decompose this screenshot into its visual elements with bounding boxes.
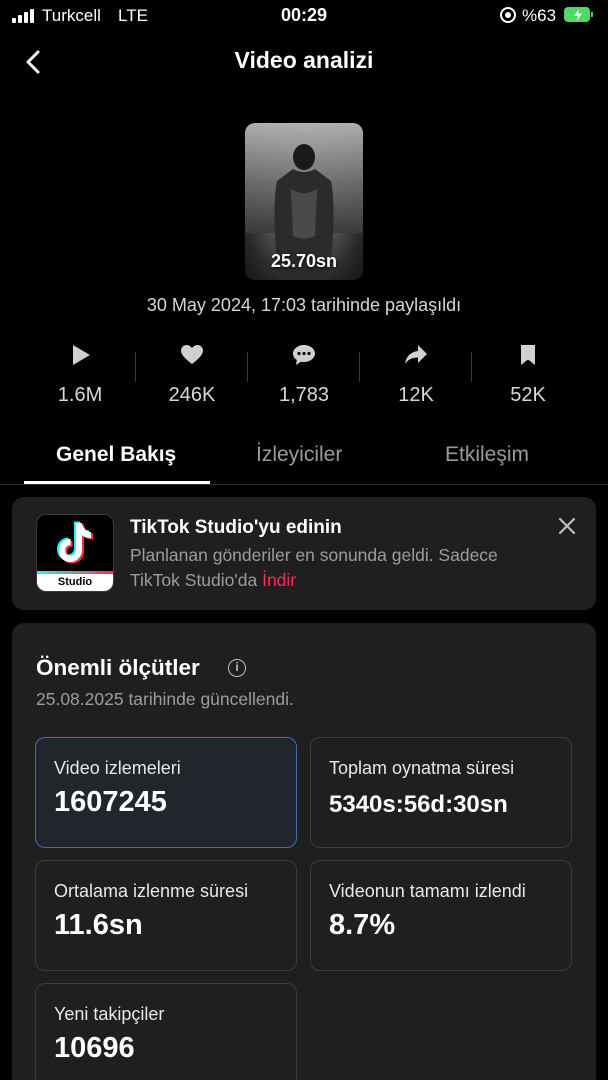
promo-text: Planlanan gönderiler en sonunda geldi. S…	[130, 543, 550, 593]
tiktok-note-icon	[57, 521, 93, 564]
promo-description: Planlanan gönderiler en sonunda geldi. S…	[130, 545, 498, 590]
bookmark-icon	[521, 345, 535, 365]
saves-stat: 52K	[472, 338, 584, 414]
metric-card-new-followers[interactable]: Yeni takipçiler 10696	[35, 983, 297, 1080]
metric-card-video-views[interactable]: Video izlemeleri 1607245	[35, 737, 297, 848]
likes-stat: 246K	[136, 338, 248, 414]
video-duration: 25.70sn	[270, 251, 338, 271]
metric-value: 10696	[54, 1032, 135, 1064]
download-link[interactable]: İndir	[262, 570, 296, 590]
comments-stat: 1,783	[248, 338, 360, 414]
heart-icon	[181, 345, 203, 364]
close-banner-button[interactable]	[558, 517, 576, 535]
tiktok-studio-banner[interactable]: Studio TikTok Studio'yu edinin Planlanan…	[12, 497, 596, 610]
metric-value: 11.6sn	[54, 909, 143, 941]
saves-count: 52K	[510, 384, 546, 406]
battery-icon	[564, 7, 593, 22]
video-thumbnail[interactable]: 25.70sn	[245, 123, 363, 280]
metric-label: Toplam oynatma süresi	[329, 758, 515, 778]
metric-value: 8.7%	[329, 909, 396, 941]
clock: 00:29	[280, 5, 328, 25]
page-title: Video analizi	[234, 47, 374, 73]
tiktok-studio-logo: Studio	[36, 514, 114, 592]
metric-label: Yeni takipçiler	[54, 1004, 165, 1024]
shared-date: 30 May 2024, 17:03 tarihinde paylaşıldı	[146, 295, 462, 315]
likes-count: 246K	[168, 384, 216, 406]
views-count: 1.6M	[57, 384, 103, 406]
tab-divider	[0, 484, 608, 485]
metric-label: Ortalama izlenme süresi	[54, 881, 249, 901]
updated-text: 25.08.2025 tarihinde güncellendi.	[36, 689, 294, 709]
play-icon	[73, 345, 90, 365]
comment-icon	[293, 345, 315, 365]
promo-title: TikTok Studio'yu edinin	[130, 517, 342, 538]
orientation-lock-icon	[500, 7, 516, 23]
metric-card-watched-full-video[interactable]: Videonun tamamı izlendi 8.7%	[310, 860, 572, 971]
metric-card-total-play-time[interactable]: Toplam oynatma süresi 5340s:56d:30sn	[310, 737, 572, 848]
key-metrics-panel: Önemli ölçütler i 25.08.2025 tarihinde g…	[12, 623, 596, 1080]
battery-percent: %63	[522, 6, 557, 25]
section-title: Önemli ölçütler	[36, 655, 200, 680]
studio-label: Studio	[37, 571, 113, 591]
metric-card-average-watch-time[interactable]: Ortalama izlenme süresi 11.6sn	[35, 860, 297, 971]
metric-label: Video izlemeleri	[54, 758, 181, 778]
info-icon[interactable]: i	[228, 659, 246, 677]
comments-count: 1,783	[278, 384, 330, 406]
share-icon	[405, 345, 427, 364]
status-bar: Turkcell LTE 00:29 %63	[0, 0, 608, 34]
tab-overview[interactable]: Genel Bakış	[56, 443, 176, 467]
metric-value: 5340s:56d:30sn	[329, 791, 508, 818]
close-icon	[558, 517, 576, 535]
shares-stat: 12K	[360, 338, 472, 414]
tab-engagement[interactable]: Etkileşim	[445, 443, 529, 467]
shares-count: 12K	[398, 384, 434, 406]
views-stat: 1.6M	[24, 338, 136, 414]
metric-value: 1607245	[54, 786, 167, 818]
tab-viewers[interactable]: İzleyiciler	[256, 443, 342, 467]
metric-label: Videonun tamamı izlendi	[329, 881, 526, 901]
